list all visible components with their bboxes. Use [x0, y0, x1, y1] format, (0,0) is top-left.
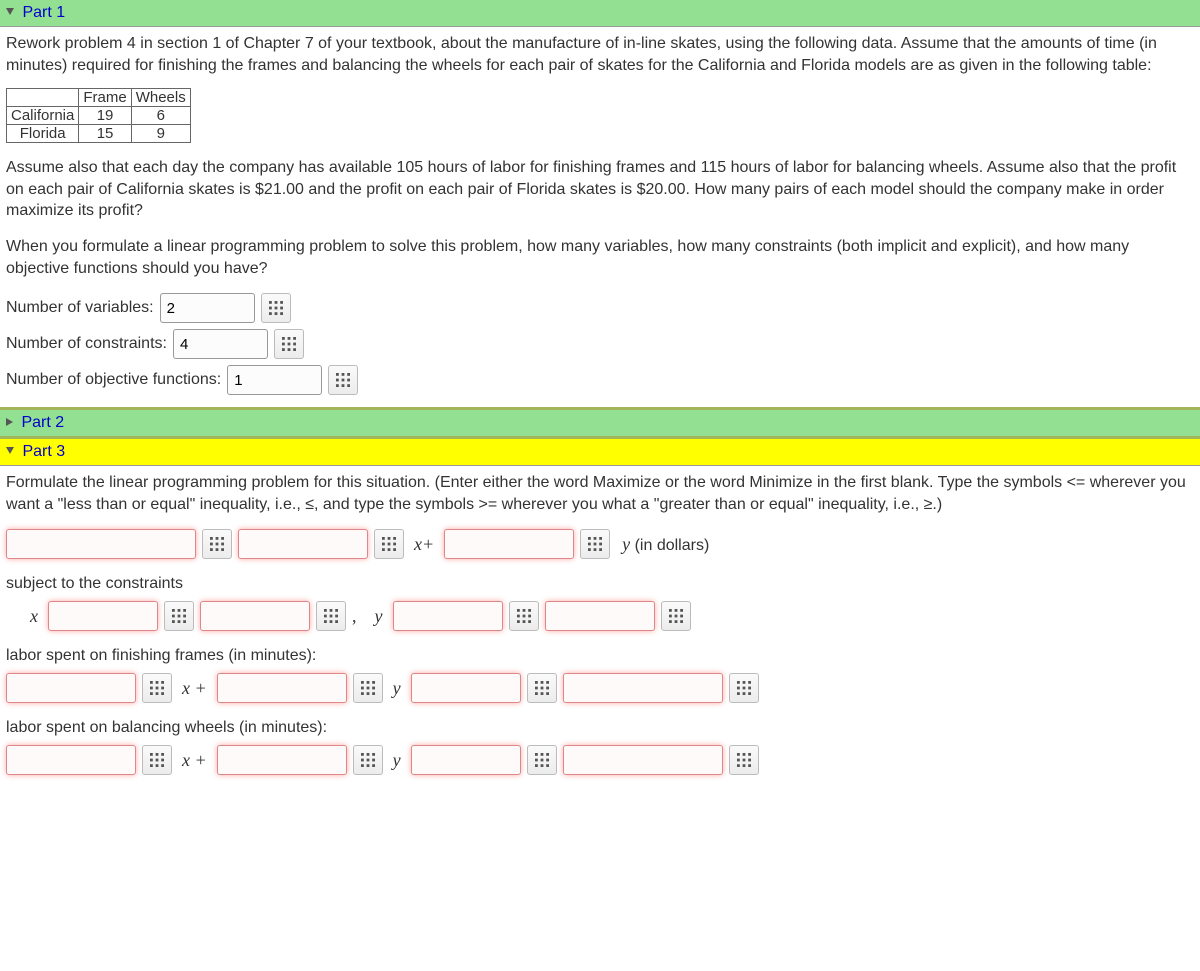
cell-california: California: [7, 107, 79, 125]
math-xplus: x +: [182, 750, 207, 771]
keypad-icon[interactable]: [374, 529, 404, 559]
cell: 19: [79, 107, 131, 125]
cell: 6: [131, 107, 190, 125]
math-y: y: [393, 750, 401, 771]
math-xplus: x +: [182, 678, 207, 699]
constraints-input[interactable]: [173, 329, 268, 359]
maxmin-input[interactable]: [6, 529, 196, 559]
nonneg-row: x , y: [6, 601, 1194, 631]
keypad-icon[interactable]: [353, 745, 383, 775]
keypad-icon[interactable]: [527, 745, 557, 775]
keypad-icon[interactable]: [729, 745, 759, 775]
part2-header[interactable]: Part 2: [0, 407, 1200, 439]
frames-row: x + y: [6, 673, 1194, 703]
part1-title: Part 1: [22, 4, 65, 21]
keypad-icon[interactable]: [261, 293, 291, 323]
keypad-icon[interactable]: [661, 601, 691, 631]
constraints-label: Number of constraints:: [6, 335, 167, 353]
x-bound-input[interactable]: [200, 601, 310, 631]
x-ineq-input[interactable]: [48, 601, 158, 631]
wheels-coef-x-input[interactable]: [6, 745, 136, 775]
frames-rhs-input[interactable]: [563, 673, 723, 703]
keypad-icon[interactable]: [328, 365, 358, 395]
th-frame: Frame: [79, 89, 131, 107]
subject-label: subject to the constraints: [6, 575, 1194, 593]
math-y: y: [375, 606, 383, 627]
variables-input[interactable]: [160, 293, 255, 323]
keypad-icon[interactable]: [353, 673, 383, 703]
table-row: California 19 6: [7, 107, 191, 125]
part3-content: Formulate the linear programming problem…: [0, 466, 1200, 787]
part1-para3: When you formulate a linear programming …: [6, 236, 1194, 279]
th-wheels: Wheels: [131, 89, 190, 107]
objective-row: Number of objective functions:: [6, 365, 1194, 395]
part3-intro: Formulate the linear programming problem…: [6, 472, 1194, 515]
frames-label: labor spent on finishing frames (in minu…: [6, 647, 1194, 665]
keypad-icon[interactable]: [142, 745, 172, 775]
part3-title: Part 3: [22, 443, 65, 460]
frames-coef-y-input[interactable]: [217, 673, 347, 703]
part1-para2: Assume also that each day the company ha…: [6, 157, 1194, 222]
y-in-dollars: y (in dollars): [622, 534, 709, 555]
frames-coef-x-input[interactable]: [6, 673, 136, 703]
variables-row: Number of variables:: [6, 293, 1194, 323]
variables-label: Number of variables:: [6, 299, 154, 317]
keypad-icon[interactable]: [527, 673, 557, 703]
part2-title: Part 2: [21, 414, 64, 431]
keypad-icon[interactable]: [142, 673, 172, 703]
caret-right-icon: [6, 418, 13, 426]
wheels-row: x + y: [6, 745, 1194, 775]
math-x: x: [30, 606, 38, 627]
data-table: Frame Wheels California 19 6 Florida 15 …: [6, 88, 191, 143]
y-bound-input[interactable]: [545, 601, 655, 631]
table-row: Florida 15 9: [7, 125, 191, 143]
keypad-icon[interactable]: [202, 529, 232, 559]
coef-y-input[interactable]: [444, 529, 574, 559]
math-xplus: x+: [414, 534, 434, 555]
part1-content: Rework problem 4 in section 1 of Chapter…: [0, 27, 1200, 407]
frames-ineq-input[interactable]: [411, 673, 521, 703]
keypad-icon[interactable]: [274, 329, 304, 359]
caret-down-icon: [6, 8, 14, 15]
caret-down-icon: [6, 447, 14, 454]
keypad-icon[interactable]: [729, 673, 759, 703]
keypad-icon[interactable]: [580, 529, 610, 559]
y-ineq-input[interactable]: [393, 601, 503, 631]
part1-header[interactable]: Part 1: [0, 0, 1200, 27]
comma: ,: [352, 606, 357, 627]
th-blank: [7, 89, 79, 107]
keypad-icon[interactable]: [316, 601, 346, 631]
wheels-coef-y-input[interactable]: [217, 745, 347, 775]
constraints-row: Number of constraints:: [6, 329, 1194, 359]
cell: 9: [131, 125, 190, 143]
wheels-ineq-input[interactable]: [411, 745, 521, 775]
cell: 15: [79, 125, 131, 143]
part3-header[interactable]: Part 3: [0, 439, 1200, 466]
table-row: Frame Wheels: [7, 89, 191, 107]
coef-x-input[interactable]: [238, 529, 368, 559]
math-y: y: [393, 678, 401, 699]
part1-intro: Rework problem 4 in section 1 of Chapter…: [6, 33, 1194, 76]
wheels-label: labor spent on balancing wheels (in minu…: [6, 719, 1194, 737]
keypad-icon[interactable]: [164, 601, 194, 631]
objective-input[interactable]: [227, 365, 322, 395]
objective-label: Number of objective functions:: [6, 371, 221, 389]
objective-line: x+ y (in dollars): [6, 529, 1194, 559]
wheels-rhs-input[interactable]: [563, 745, 723, 775]
keypad-icon[interactable]: [509, 601, 539, 631]
cell-florida: Florida: [7, 125, 79, 143]
